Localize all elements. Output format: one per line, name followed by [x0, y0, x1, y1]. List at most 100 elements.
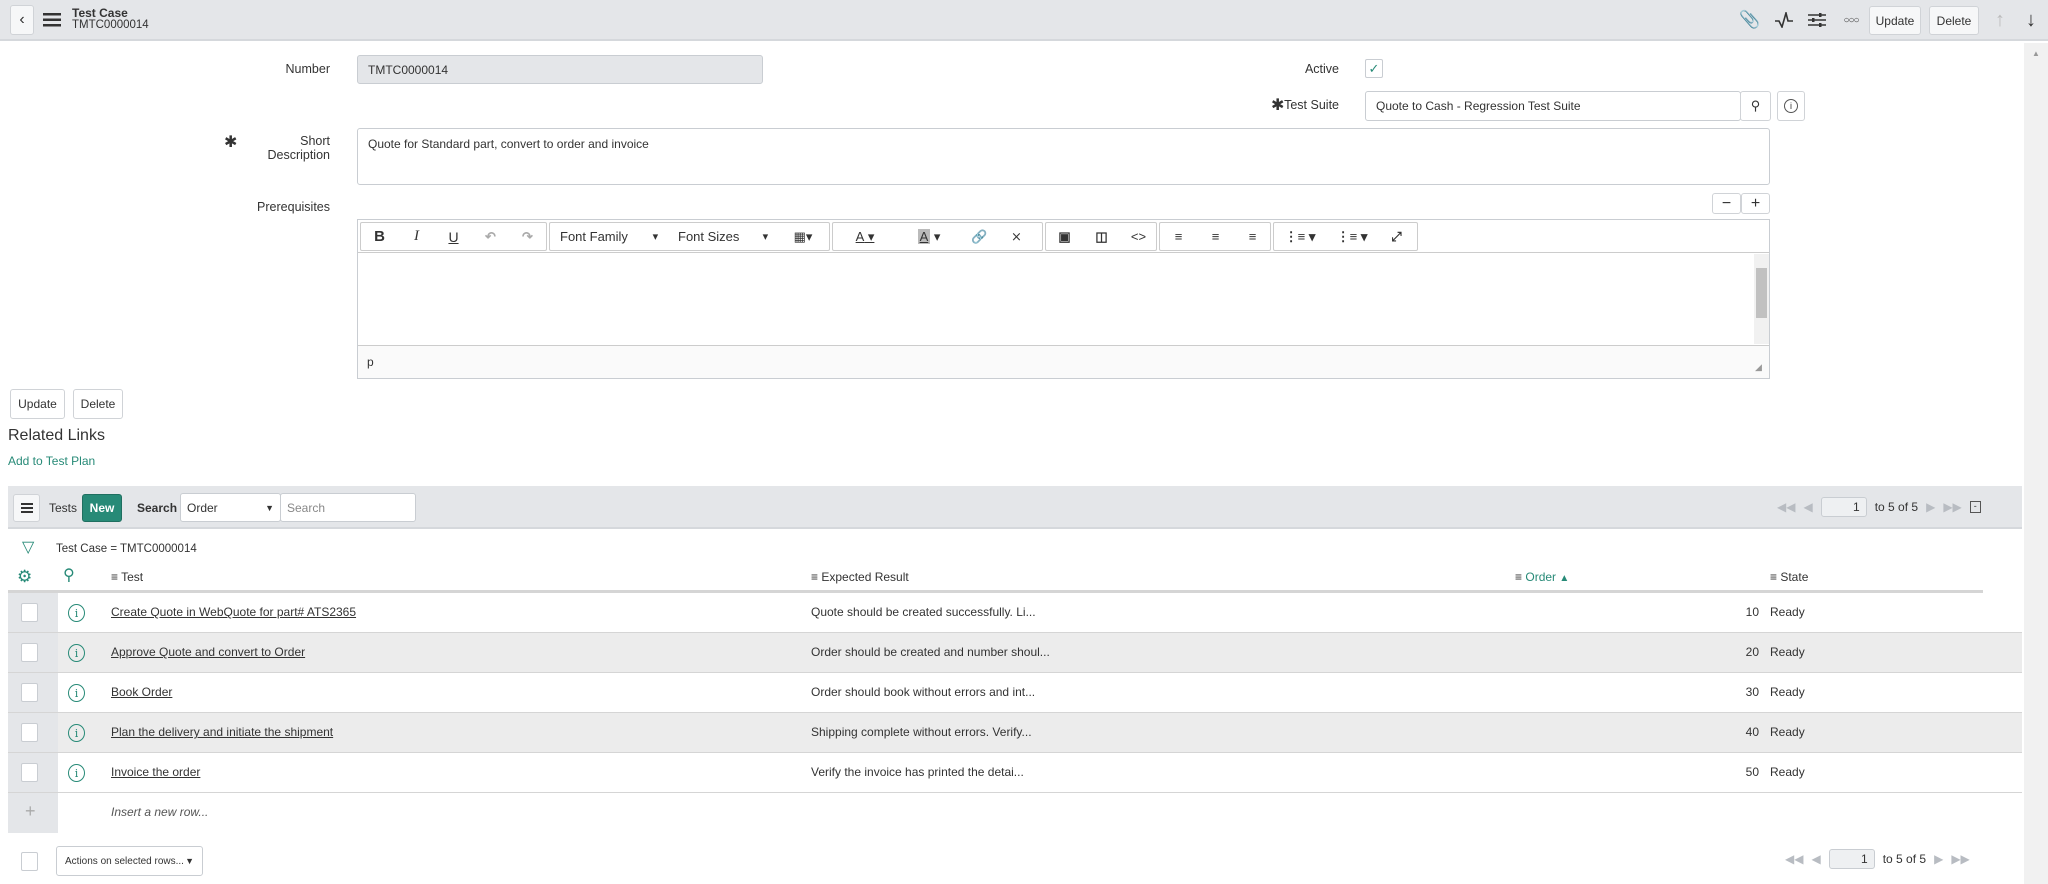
state-value: Ready — [1770, 765, 1805, 779]
fullscreen-button[interactable]: ⤢ — [1378, 223, 1415, 250]
test-link[interactable]: Book Order — [111, 685, 172, 699]
column-header-test[interactable]: ≡ Test — [111, 570, 143, 584]
video-button[interactable]: ◫ — [1083, 223, 1120, 250]
short-description-field[interactable]: Quote for Standard part, convert to orde… — [357, 128, 1770, 185]
editor-scrollbar[interactable] — [1754, 254, 1769, 344]
font-sizes-label: Font Sizes — [678, 229, 739, 244]
next-page-button[interactable]: ▶ — [1926, 500, 1935, 514]
expand-editor-button[interactable]: + — [1741, 193, 1770, 214]
table-button[interactable]: ▦▾ — [778, 223, 828, 250]
font-family-select[interactable]: Font Family▾ — [550, 223, 668, 250]
delete-button[interactable]: Delete — [73, 389, 123, 419]
info-icon[interactable]: i — [68, 644, 85, 662]
link-button[interactable]: 🔗 — [961, 223, 998, 250]
number-field[interactable]: TMTC0000014 — [357, 55, 763, 84]
info-icon[interactable]: i — [68, 764, 85, 782]
align-left-button[interactable]: ≡ — [1160, 223, 1197, 250]
search-input[interactable]: Search — [280, 493, 416, 522]
align-center-button[interactable]: ≡ — [1197, 223, 1234, 250]
previous-record-button[interactable]: ↑ — [1990, 8, 2010, 32]
more-options-button[interactable]: ○○○ — [1841, 10, 1861, 30]
align-right-button[interactable]: ≡ — [1234, 223, 1271, 250]
select-all-checkbox[interactable] — [21, 852, 38, 871]
row-checkbox[interactable] — [21, 763, 38, 782]
text-color-button[interactable]: A ▾ — [833, 223, 897, 250]
info-icon[interactable]: i — [68, 684, 85, 702]
bullet-list-button[interactable]: ⋮≡ ▾ — [1274, 223, 1326, 250]
order-value: 40 — [1746, 725, 1759, 739]
new-button[interactable]: New — [82, 494, 122, 522]
align-right-icon: ≡ — [1249, 229, 1257, 244]
collapse-list-button[interactable]: - — [1970, 501, 1981, 513]
column-header-state[interactable]: ≡ State — [1770, 570, 1808, 584]
actions-on-selected-rows-select[interactable]: Actions on selected rows...▼ — [56, 846, 203, 876]
underline-button[interactable]: U — [435, 223, 472, 250]
back-button[interactable]: ‹ — [10, 5, 34, 35]
header-delete-button[interactable]: Delete — [1929, 6, 1979, 35]
caret-down-icon: ▾ — [653, 230, 658, 243]
row-checkbox[interactable] — [21, 723, 38, 742]
test-suite-field[interactable]: Quote to Cash - Regression Test Suite — [1365, 91, 1741, 121]
collapse-editor-button[interactable]: − — [1712, 193, 1741, 214]
italic-button[interactable]: I — [398, 223, 435, 250]
source-code-button[interactable]: <> — [1120, 223, 1157, 250]
add-to-test-plan-link[interactable]: Add to Test Plan — [8, 454, 95, 468]
activity-button[interactable] — [1774, 10, 1794, 30]
first-page-button[interactable]: ◀◀ — [1785, 852, 1803, 866]
test-suite-info-button[interactable]: i — [1777, 91, 1805, 121]
test-link[interactable]: Plan the delivery and initiate the shipm… — [111, 725, 333, 739]
order-value: 30 — [1746, 685, 1759, 699]
insert-new-row[interactable]: Insert a new row... — [111, 805, 208, 819]
page-number-input[interactable]: 1 — [1821, 497, 1867, 517]
editor-element-path[interactable]: p — [367, 355, 374, 369]
form-title: Test Case — [72, 6, 128, 20]
test-link[interactable]: Create Quote in WebQuote for part# ATS23… — [111, 605, 356, 619]
row-checkbox[interactable] — [21, 683, 38, 702]
last-page-button[interactable]: ▶▶ — [1943, 500, 1961, 514]
info-icon[interactable]: i — [68, 604, 85, 622]
info-icon[interactable]: i — [68, 724, 85, 742]
toolbar-group-font: Font Family▾ Font Sizes▾ ▦▾ — [549, 222, 830, 251]
header-update-button[interactable]: Update — [1869, 6, 1921, 35]
short-description-label: Short Description — [240, 134, 330, 162]
previous-page-button[interactable]: ◀ — [1811, 852, 1820, 866]
last-page-button[interactable]: ▶▶ — [1951, 852, 1969, 866]
row-checkbox[interactable] — [21, 603, 38, 622]
first-page-button[interactable]: ◀◀ — [1777, 500, 1795, 514]
list-context-menu-button[interactable] — [13, 494, 40, 522]
bold-button[interactable]: B — [361, 223, 398, 250]
column-header-expected-result[interactable]: ≡ Expected Result — [811, 570, 909, 584]
update-button[interactable]: Update — [10, 389, 65, 419]
search-columns-icon[interactable]: ⚲ — [63, 565, 75, 585]
page-number-input[interactable]: 1 — [1829, 849, 1875, 869]
more-icon: ○○○ — [1843, 15, 1858, 26]
undo-button[interactable]: ↶ — [472, 223, 509, 250]
unlink-icon: ⨯ — [1011, 229, 1022, 245]
font-sizes-select[interactable]: Font Sizes▾ — [668, 223, 778, 250]
background-color-button[interactable]: A ▾ — [897, 223, 961, 250]
active-checkbox[interactable]: ✓ — [1365, 59, 1383, 78]
context-menu-button[interactable] — [43, 10, 61, 30]
test-suite-lookup-button[interactable]: ⚲ — [1740, 91, 1771, 121]
test-link[interactable]: Approve Quote and convert to Order — [111, 645, 305, 659]
next-page-button[interactable]: ▶ — [1934, 852, 1943, 866]
unlink-button[interactable]: ⨯ — [998, 223, 1035, 250]
editor-scrollbar-thumb[interactable] — [1756, 268, 1767, 318]
next-record-button[interactable]: ↓ — [2021, 8, 2041, 32]
personalize-button[interactable] — [1807, 10, 1827, 30]
filter-breadcrumb[interactable]: Test Case = TMTC0000014 — [56, 543, 197, 555]
resize-handle-icon[interactable]: ◢ — [1755, 362, 1762, 373]
column-header-order[interactable]: ≡ Order ▲ — [1515, 570, 1569, 584]
search-field-value: Order — [187, 501, 218, 515]
filter-icon[interactable]: ▽ — [22, 537, 34, 557]
previous-page-button[interactable]: ◀ — [1803, 500, 1812, 514]
row-checkbox[interactable] — [21, 643, 38, 662]
image-button[interactable]: ▣ — [1046, 223, 1083, 250]
test-link[interactable]: Invoice the order — [111, 765, 200, 779]
personalize-list-gear-icon[interactable]: ⚙ — [17, 567, 32, 587]
search-field-select[interactable]: Order▼ — [180, 493, 281, 522]
numbered-list-button[interactable]: ⋮≡ ▾ — [1326, 223, 1378, 250]
redo-button[interactable]: ↷ — [509, 223, 546, 250]
page-scrollbar[interactable]: ▲ — [2024, 43, 2048, 884]
attachment-button[interactable]: 📎 — [1740, 10, 1760, 30]
